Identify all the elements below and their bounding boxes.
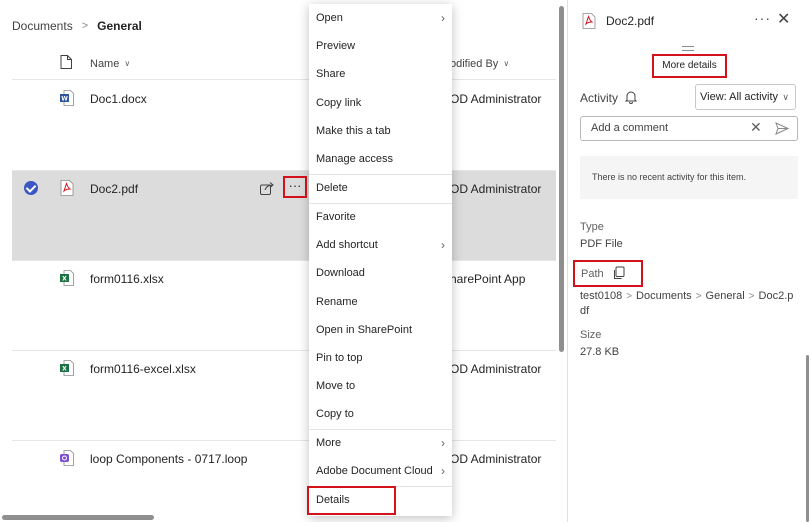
chevron-right-icon: › — [441, 238, 445, 252]
chevron-down-icon: ∨ — [124, 59, 131, 68]
view-filter-dropdown[interactable]: View: All activity ∨ — [695, 84, 796, 110]
panel-scrollbar[interactable] — [804, 355, 811, 522]
loop-file-icon — [60, 450, 74, 466]
menu-item-manage-access[interactable]: Manage access — [309, 145, 452, 173]
menu-item-copy-link[interactable]: Copy link — [309, 89, 452, 117]
close-icon[interactable]: ✕ — [750, 119, 762, 136]
menu-item-share[interactable]: Share — [309, 60, 452, 88]
chevron-down-icon: ∨ — [503, 59, 510, 68]
excel-file-icon: X — [60, 270, 74, 286]
breadcrumb-documents[interactable]: Documents — [12, 19, 73, 33]
column-header-name[interactable]: Name ∨ — [90, 58, 130, 70]
more-icon[interactable]: ··· — [754, 10, 771, 26]
modified-by: OD Administrator — [450, 92, 542, 106]
menu-item-more[interactable]: More › — [309, 429, 452, 457]
table-row[interactable]: loop Components - 0717.loop OD Administr… — [12, 441, 556, 522]
svg-text:X: X — [62, 366, 67, 373]
no-activity-message: There is no recent activity for this ite… — [580, 156, 798, 199]
vertical-scrollbar[interactable] — [558, 0, 566, 522]
scrollbar-thumb[interactable] — [2, 515, 154, 520]
menu-item-add-shortcut[interactable]: Add shortcut › — [309, 231, 452, 259]
file-type-icon[interactable] — [60, 55, 72, 69]
menu-item-pin-to-top[interactable]: Pin to top — [309, 344, 452, 372]
panel-title: Doc2.pdf — [606, 14, 655, 28]
table-row[interactable]: W Doc1.docx OD Administrator — [12, 81, 556, 171]
size-label: Size — [580, 329, 602, 341]
chevron-right-icon: › — [441, 464, 445, 478]
table-row[interactable]: X form0116.xlsx harePoint App — [12, 261, 556, 351]
table-row[interactable]: Doc2.pdf ··· OD Administrator — [12, 171, 556, 261]
file-name[interactable]: Doc2.pdf — [90, 182, 138, 196]
file-name[interactable]: form0116-excel.xlsx — [90, 362, 196, 376]
drag-handle-icon[interactable] — [682, 46, 694, 51]
menu-item-delete[interactable]: Delete — [309, 174, 452, 202]
file-name[interactable]: loop Components - 0717.loop — [90, 452, 247, 466]
send-icon[interactable] — [775, 122, 789, 135]
chevron-right-icon: › — [441, 11, 445, 25]
chevron-right-icon: > — [748, 291, 755, 302]
menu-item-preview[interactable]: Preview — [309, 32, 452, 60]
bell-icon[interactable] — [624, 90, 638, 104]
word-file-icon: W — [60, 90, 74, 106]
comment-input[interactable]: Add a comment ✕ — [580, 116, 798, 141]
menu-item-open[interactable]: Open › — [309, 4, 452, 32]
scrollbar-thumb[interactable] — [806, 355, 809, 522]
modified-by: harePoint App — [450, 272, 526, 286]
chevron-down-icon: ∨ — [782, 92, 789, 102]
details-panel: Doc2.pdf ··· ✕ More details Activity Vie… — [567, 0, 811, 522]
type-value: PDF File — [580, 238, 623, 250]
horizontal-scrollbar[interactable] — [0, 513, 566, 522]
menu-item-favorite[interactable]: Favorite — [309, 203, 452, 231]
menu-item-open-in-sharepoint[interactable]: Open in SharePoint — [309, 316, 452, 344]
menu-item-make-tab[interactable]: Make this a tab — [309, 117, 452, 145]
svg-text:X: X — [62, 276, 67, 283]
row-checkbox[interactable] — [24, 181, 38, 195]
menu-item-download[interactable]: Download — [309, 259, 452, 287]
copy-icon[interactable] — [612, 266, 626, 280]
file-name[interactable]: form0116.xlsx — [90, 272, 164, 286]
more-details-button[interactable]: More details — [652, 54, 727, 78]
file-name[interactable]: Doc1.docx — [90, 92, 147, 106]
modified-by: OD Administrator — [450, 362, 542, 376]
activity-label: Activity — [580, 91, 619, 105]
pdf-file-icon — [582, 13, 596, 29]
details-highlight-box — [307, 486, 396, 515]
more-options-button[interactable]: ··· — [283, 176, 307, 198]
modified-by: OD Administrator — [450, 452, 542, 466]
pdf-file-icon — [60, 180, 74, 196]
chevron-right-icon: › — [441, 436, 445, 450]
share-icon[interactable] — [259, 180, 275, 196]
menu-item-copy-to[interactable]: Copy to — [309, 400, 452, 428]
chevron-right-icon: > — [626, 291, 633, 302]
chevron-right-icon: > — [695, 291, 702, 302]
excel-file-icon: X — [60, 360, 74, 376]
context-menu: Open › Preview Share Copy link Make this … — [309, 4, 452, 516]
type-label: Type — [580, 221, 604, 233]
table-row[interactable]: X form0116-excel.xlsx OD Administrator — [12, 351, 556, 441]
close-icon[interactable]: ✕ — [777, 9, 790, 29]
breadcrumb-current: General — [97, 19, 142, 33]
list-header: Name ∨ odified By ∨ — [12, 52, 556, 80]
svg-text:W: W — [61, 96, 68, 103]
scrollbar-thumb[interactable] — [559, 6, 564, 352]
size-value: 27.8 KB — [580, 346, 620, 358]
menu-item-move-to[interactable]: Move to — [309, 372, 452, 400]
path-highlight-box: Path — [573, 260, 643, 287]
breadcrumb: Documents > General — [12, 18, 142, 34]
path-label: Path — [581, 268, 604, 280]
menu-item-rename[interactable]: Rename — [309, 288, 452, 316]
menu-item-adobe-document-cloud[interactable]: Adobe Document Cloud › — [309, 457, 452, 485]
comment-placeholder: Add a comment — [591, 122, 669, 134]
path-value: test0108 > Documents > General > Doc2.p df — [580, 290, 794, 317]
modified-by: OD Administrator — [450, 182, 542, 196]
chevron-right-icon: > — [81, 20, 89, 32]
column-header-modified-by[interactable]: odified By ∨ — [450, 58, 509, 70]
